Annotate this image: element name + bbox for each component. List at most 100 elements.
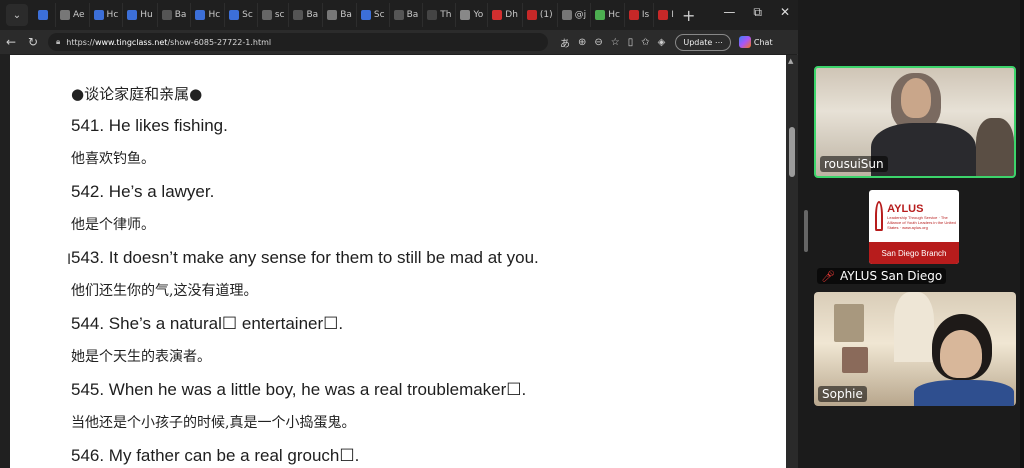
tab-label: Ba bbox=[174, 10, 187, 20]
browser-tab[interactable]: Ba bbox=[323, 3, 357, 27]
tab-favicon-icon bbox=[327, 10, 338, 20]
panel-scrollbar[interactable] bbox=[804, 210, 808, 252]
split-screen-icon[interactable]: ▯ bbox=[628, 37, 634, 48]
tab-list: Ae Hc Hu Ba Hc Sc sc Ba Ba Sc Ba Th Yo Dh (1) @j Hc Is Inl… bbox=[34, 0, 674, 30]
sentence-chinese: 他是个律师。 bbox=[71, 217, 155, 233]
tab-favicon-icon bbox=[60, 10, 70, 20]
aylus-logo-avatar: AYLUS Leadership Through Service · The A… bbox=[869, 190, 959, 264]
logo-title: AYLUS bbox=[887, 202, 924, 215]
url-host: www.tingclass.net bbox=[94, 37, 168, 47]
tab-favicon-icon bbox=[360, 10, 371, 20]
url-input[interactable]: 🔒︎ https:// www.tingclass.net /show-6085… bbox=[48, 33, 548, 51]
new-tab-button[interactable]: + bbox=[682, 6, 695, 25]
browser-window: ⌄ Ae Hc Hu Ba Hc Sc sc Ba Ba Sc Ba Th Yo Dh (1) @j Hc Is I… bbox=[0, 0, 798, 468]
wall-frame bbox=[834, 304, 864, 342]
sentence-chinese: 她是个天生的表演者。 bbox=[71, 349, 211, 365]
tab-favicon-icon bbox=[460, 10, 471, 20]
browser-tab[interactable]: Sc bbox=[357, 3, 390, 27]
browser-tab[interactable]: Inl bbox=[654, 3, 674, 27]
url-scheme: https:// bbox=[66, 37, 95, 47]
page-scrollbar[interactable]: ▲ bbox=[786, 55, 798, 468]
participant-video-sophie[interactable]: Sophie bbox=[814, 292, 1016, 406]
tab-favicon-icon bbox=[526, 10, 537, 20]
chat-label: Chat bbox=[753, 37, 773, 47]
tab-favicon-icon bbox=[127, 10, 138, 20]
tab-label: Th bbox=[440, 10, 452, 20]
browser-tab[interactable]: Hc bbox=[591, 3, 625, 27]
tab-favicon-icon bbox=[161, 10, 172, 20]
tab-favicon-icon bbox=[393, 10, 404, 20]
browser-tab[interactable]: Ba bbox=[289, 3, 324, 27]
browser-tab[interactable]: sc bbox=[258, 3, 290, 27]
update-button[interactable]: Update ⋯ bbox=[675, 33, 731, 51]
browser-tab[interactable]: Ba bbox=[158, 3, 192, 27]
browser-tab[interactable]: @j bbox=[558, 3, 592, 27]
browser-tab[interactable]: Dh bbox=[488, 3, 523, 27]
tab-label: @j bbox=[574, 10, 587, 20]
window-controls: — ⧉ ✕ bbox=[723, 5, 790, 20]
zoom-icon[interactable]: ⊕ bbox=[578, 37, 586, 48]
torch-icon bbox=[875, 201, 884, 231]
sentence-english: 542. He’s a lawyer. bbox=[71, 182, 215, 201]
scrollbar-thumb[interactable] bbox=[789, 127, 795, 177]
browser-tab[interactable]: Sc bbox=[225, 3, 258, 27]
toolbar-icons: あ ⊕ ⊖ ☆ ▯ ✩ ◈ bbox=[560, 35, 665, 50]
copilot-chat-button[interactable]: Chat bbox=[738, 36, 773, 48]
favorite-star-icon[interactable]: ☆ bbox=[611, 37, 620, 48]
tab-favicon-icon bbox=[628, 10, 639, 20]
lock-icon: 🔒︎ bbox=[56, 37, 61, 46]
page-viewport: ●谈论家庭和亲属● 541. He likes fishing. 他喜欢钓鱼。 … bbox=[10, 55, 786, 468]
tab-label: Ba bbox=[406, 10, 419, 20]
logo-subtitle: Leadership Through Service · The Allianc… bbox=[887, 214, 956, 230]
restore-icon[interactable]: ⧉ bbox=[753, 5, 762, 20]
desktop-screen: ⌄ Ae Hc Hu Ba Hc Sc sc Ba Ba Sc Ba Th Yo Dh (1) @j Hc Is I… bbox=[0, 0, 1024, 468]
tab-favicon-icon bbox=[261, 10, 272, 20]
sentence-english: 546. My father can be a real grouch☐. bbox=[71, 446, 360, 465]
tracking-icon[interactable]: ⊖ bbox=[594, 37, 602, 48]
window-light bbox=[894, 292, 934, 362]
tab-label: Ba bbox=[340, 10, 352, 20]
tab-label: Hc bbox=[208, 10, 221, 20]
extension-icon[interactable]: ◈ bbox=[658, 37, 666, 48]
tab-label: sc bbox=[274, 10, 285, 20]
url-path: /show-6085-27722-1.html bbox=[167, 37, 272, 47]
tab-favicon-icon bbox=[293, 10, 304, 20]
browser-tab[interactable]: Is bbox=[625, 3, 655, 27]
chair-back bbox=[976, 118, 1014, 176]
tab-label: Hc bbox=[608, 10, 620, 20]
text-cursor-icon: I bbox=[67, 252, 72, 268]
scroll-up-icon[interactable]: ▲ bbox=[788, 57, 793, 65]
tab-favicon-icon bbox=[427, 10, 438, 20]
favorites-icon[interactable]: ✩ bbox=[641, 37, 649, 48]
browser-tab[interactable] bbox=[34, 3, 56, 27]
browser-tab[interactable]: Hc bbox=[90, 3, 124, 27]
tab-favicon-icon bbox=[492, 10, 503, 20]
back-arrow-icon[interactable]: ← bbox=[0, 35, 22, 49]
browser-tab[interactable]: Yo bbox=[456, 3, 489, 27]
participant-face bbox=[901, 78, 931, 118]
participant-name: AYLUS San Diego bbox=[839, 269, 943, 283]
tab-actions-menu-icon[interactable]: ⌄ bbox=[6, 4, 28, 26]
address-bar-row: ← ↻ 🔒︎ https:// www.tingclass.net /show-… bbox=[0, 30, 798, 54]
tab-label: (1) bbox=[539, 10, 553, 20]
participant-video-rousuisun[interactable]: rousuiSun bbox=[814, 66, 1016, 178]
tab-label: Hc bbox=[106, 10, 119, 20]
sentence-chinese: 他们还生你的气,这没有道理。 bbox=[71, 283, 258, 299]
browser-tab[interactable]: Th bbox=[423, 3, 457, 27]
browser-tab[interactable]: (1) bbox=[523, 3, 558, 27]
browser-tab[interactable]: Hu bbox=[123, 3, 158, 27]
minimize-icon[interactable]: — bbox=[723, 5, 735, 20]
browser-tab[interactable]: Ae bbox=[56, 3, 90, 27]
sentence-english: 541. He likes fishing. bbox=[71, 116, 228, 135]
sentence-chinese: 他喜欢钓鱼。 bbox=[71, 151, 155, 167]
translate-icon[interactable]: あ bbox=[560, 35, 570, 50]
tab-favicon-icon bbox=[595, 10, 606, 20]
update-label: Update bbox=[683, 37, 713, 47]
browser-tab[interactable]: Hc bbox=[191, 3, 226, 27]
tab-label: Dh bbox=[505, 10, 518, 20]
tab-label: Ba bbox=[306, 10, 319, 20]
tab-favicon-icon bbox=[195, 10, 206, 20]
close-icon[interactable]: ✕ bbox=[780, 5, 790, 20]
browser-tab[interactable]: Ba bbox=[390, 3, 424, 27]
refresh-icon[interactable]: ↻ bbox=[22, 35, 44, 49]
